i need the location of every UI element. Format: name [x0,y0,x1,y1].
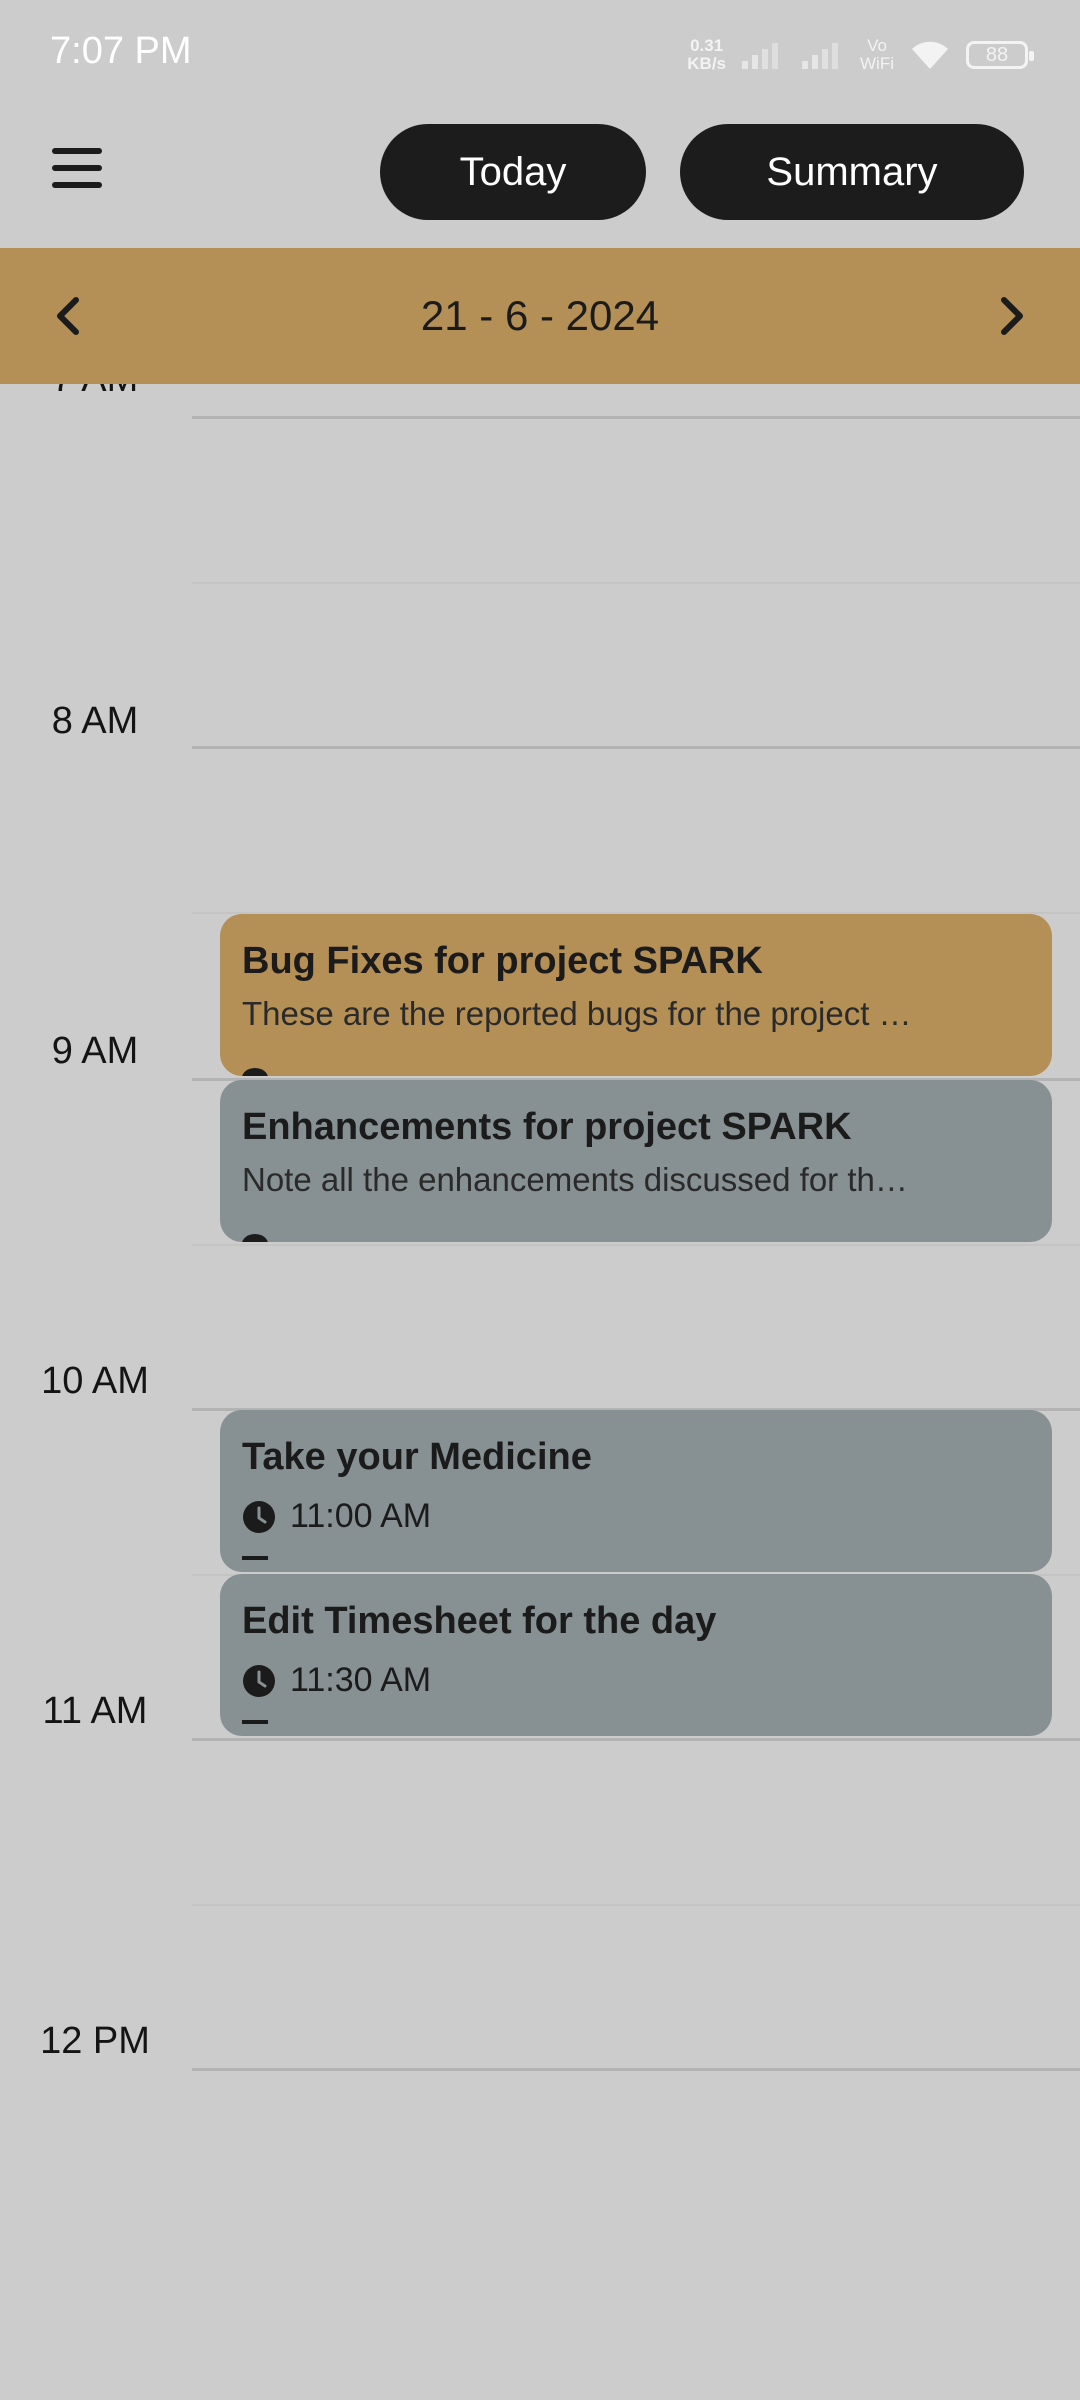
event-title: Edit Timesheet for the day [242,1600,717,1642]
hour-label-10am: 10 AM [41,1360,149,1402]
event-time: 11:30 AM [290,1661,432,1699]
event-card[interactable]: Take your Medicine 11:00 AM [220,1410,1052,1572]
wifi-icon [912,41,948,69]
hour-divider [192,746,1080,749]
status-icons: 0.31 KB/s Vo WiFi 88 [687,30,1034,80]
day-timeline[interactable]: 7 AM 8 AM 9 AM 10 AM 11 AM 12 PM Bug Fix… [0,384,1080,2400]
clock-icon [242,1234,268,1242]
date-navigation-bar: 21 - 6 - 2024 [0,248,1080,384]
divider [242,1556,268,1560]
event-description: These are the reported bugs for the proj… [242,995,912,1032]
event-title: Enhancements for project SPARK [242,1106,852,1148]
summary-button[interactable]: Summary [680,124,1024,220]
signal-icon [742,43,779,69]
hour-divider [192,416,1080,419]
event-title: Bug Fixes for project SPARK [242,940,763,982]
event-time-row: 11:00 AM [242,1497,1030,1536]
half-hour-divider [192,582,1080,584]
signal-icon-2 [802,43,839,69]
hour-label-12pm: 12 PM [40,2020,150,2062]
hour-divider [192,1738,1080,1741]
half-hour-divider [192,1904,1080,1906]
clock-icon [242,1068,268,1076]
vowifi-indicator: Vo WiFi [860,36,894,73]
event-description: Note all the enhancements discussed for … [242,1161,908,1198]
hour-label-9am: 9 AM [51,1030,139,1072]
half-hour-divider [192,1244,1080,1246]
battery-icon: 88 [966,41,1034,69]
today-button[interactable]: Today [380,124,646,220]
event-card[interactable]: Enhancements for project SPARK Note all … [220,1080,1052,1242]
network-speed: 0.31 KB/s [687,36,727,73]
current-date: 21 - 6 - 2024 [420,292,660,339]
hour-label-8am: 8 AM [51,700,139,742]
hour-label-11am: 11 AM [42,1690,148,1732]
event-card[interactable]: Edit Timesheet for the day 11:30 AM [220,1574,1052,1736]
divider [242,1720,268,1724]
status-bar: 7:07 PM 0.31 KB/s Vo WiFi 88 [0,0,1080,110]
clock-icon [243,1664,275,1697]
event-time: 11:00 AM [290,1497,432,1535]
status-time: 7:07 PM [50,30,192,72]
hour-divider [192,2068,1080,2071]
chevron-right-icon[interactable] [980,284,1044,348]
event-time-row: 11:30 AM [242,1661,1030,1700]
clock-icon [243,1500,275,1533]
hamburger-menu-icon[interactable] [52,148,102,192]
hour-label-7am: 7 AM [0,384,190,401]
event-card[interactable]: Bug Fixes for project SPARK These are th… [220,914,1052,1076]
event-title: Take your Medicine [242,1436,592,1478]
